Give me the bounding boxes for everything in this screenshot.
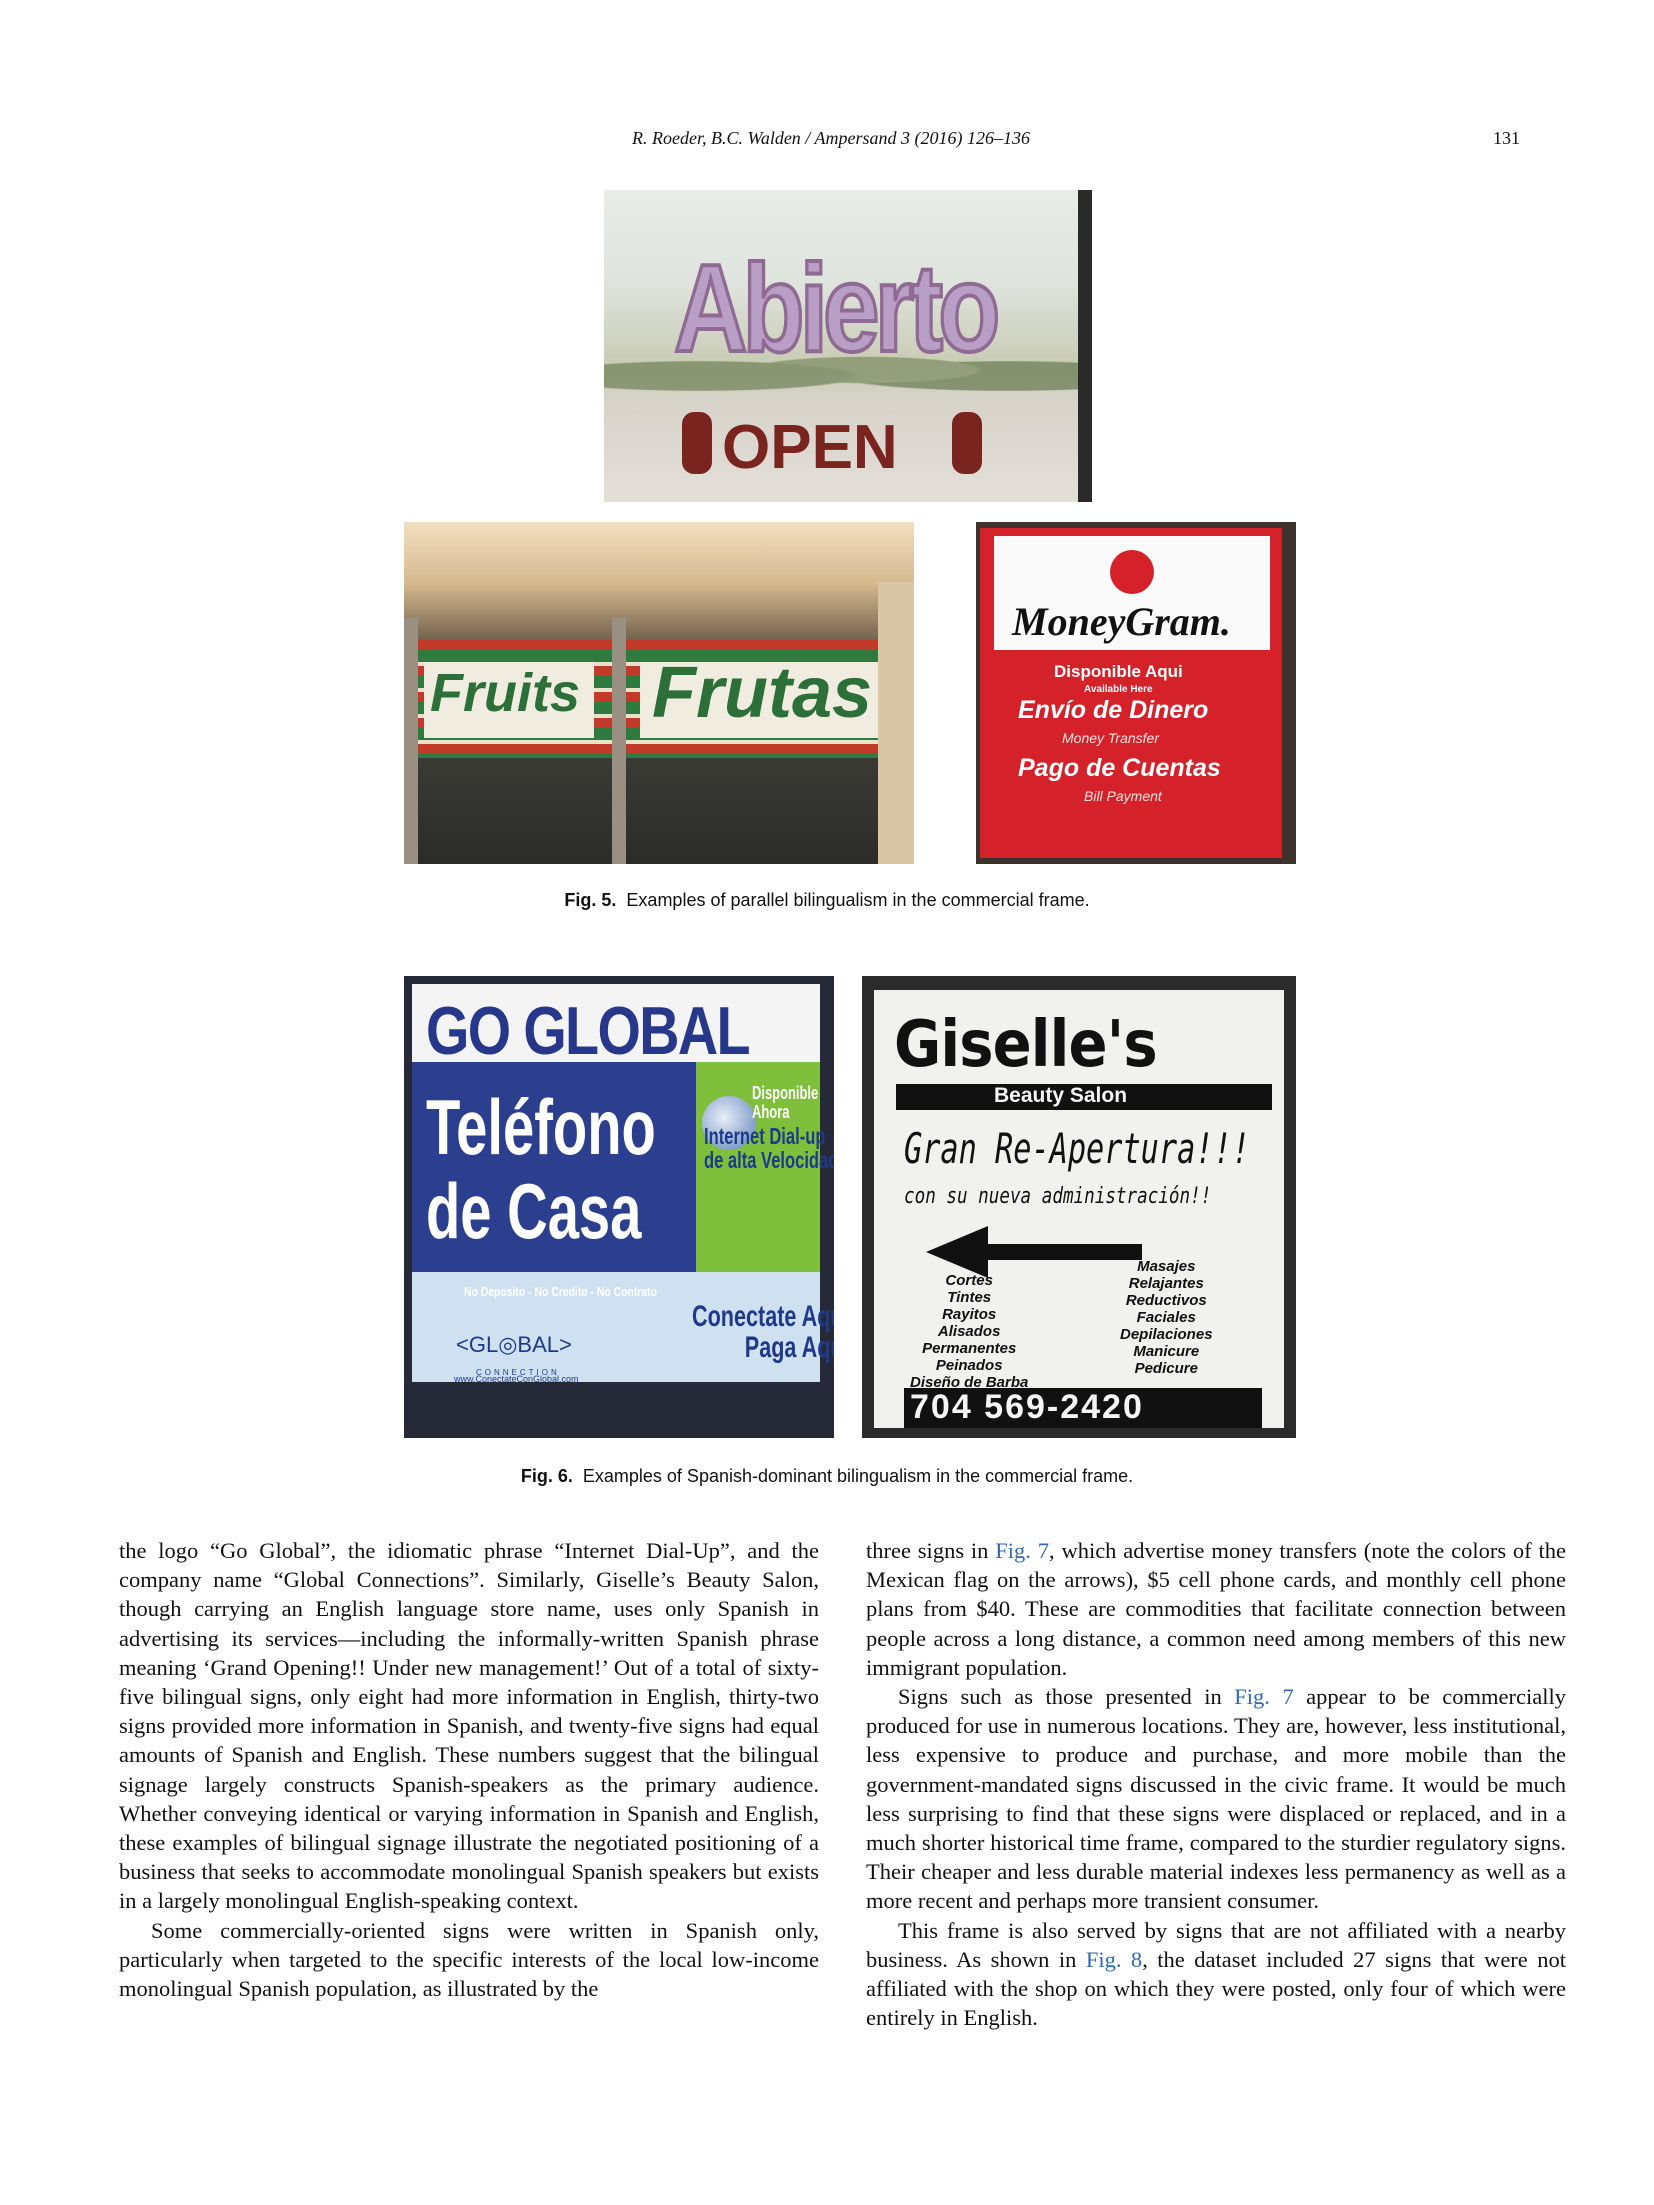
global-logo: <GL◎BAL> — [456, 1332, 572, 1357]
sign-word-abierto: Abierto — [672, 238, 1002, 380]
photo-go-global-sign: GO GLOBAL Teléfono de Casa No Deposito -… — [404, 976, 834, 1438]
sign-word-open: OPEN — [722, 413, 898, 482]
photo-fruits-frutas-sign: Fruits Frutas — [404, 522, 914, 864]
sign-handwritten-administracion: con su nueva administración!! — [904, 1184, 1212, 1209]
figure-7-link[interactable]: Fig. 7 — [1234, 1684, 1293, 1709]
sign-line-bill-payment: Bill Payment — [1084, 788, 1162, 804]
figure-5-caption: Fig. 5. Examples of parallel bilingualis… — [0, 890, 1654, 911]
page-number: 131 — [1493, 128, 1520, 148]
figure-6-label: Fig. 6. — [520, 1466, 573, 1486]
sign-disponible: Disponible Ahora — [752, 1083, 819, 1122]
globe-icon — [1110, 550, 1154, 594]
figure-5-label: Fig. 5. — [564, 890, 617, 910]
paragraph: This frame is also served by signs that … — [866, 1916, 1566, 2033]
arrow-shaft — [984, 1244, 1142, 1260]
brick-wall — [878, 582, 914, 864]
body-column-right: three signs in Fig. 7, which advertise m… — [866, 1536, 1566, 2032]
cactus-icon — [682, 412, 712, 474]
paragraph: Signs such as those presented in Fig. 7 … — [866, 1682, 1566, 1916]
sign-headline: GO GLOBAL — [426, 993, 751, 1069]
photo-moneygram-sign: MoneyGram. Disponible Aqui Available Her… — [976, 522, 1296, 864]
figure-8-link[interactable]: Fig. 8 — [1086, 1947, 1142, 1972]
sign-beauty-salon: Beauty Salon — [994, 1084, 1128, 1107]
sign-handwritten-reapertura: Gran Re-Apertura!!! — [904, 1124, 1250, 1173]
paragraph: the logo “Go Global”, the idiomatic phra… — [119, 1538, 819, 1914]
sign-conectate: Conectate Aqui. Paga Aqui. — [692, 1300, 834, 1364]
body-column-left: the logo “Go Global”, the idiomatic phra… — [119, 1536, 819, 2003]
sign-line-envio: Envío de Dinero — [1018, 696, 1209, 724]
running-head: R. Roeder, B.C. Walden / Ampersand 3 (20… — [632, 128, 1030, 148]
window-frame — [612, 618, 626, 864]
services-list-right: Masajes Relajantes Reductivos Faciales D… — [1120, 1258, 1213, 1377]
sign-board: GO GLOBAL Teléfono de Casa No Deposito -… — [412, 984, 834, 1384]
paragraph-text: appear to be commercially produced for u… — [866, 1684, 1566, 1914]
sign-line-de-casa: de Casa — [426, 1167, 642, 1255]
moneygram-logo: MoneyGram. — [1012, 599, 1231, 644]
sign-phone-number: 704 569-2420 — [910, 1388, 1144, 1426]
paragraph-text: Signs such as those presented in — [898, 1684, 1235, 1710]
services-list-left: Cortes Tintes Rayitos Alisados Permanent… — [910, 1272, 1029, 1391]
paragraph-text: three signs in — [866, 1538, 996, 1563]
cactus-icon — [952, 412, 982, 474]
window-frame — [404, 618, 418, 864]
photo-giselles-sign: Giselle's Beauty Salon Gran Re-Apertura!… — [862, 976, 1296, 1438]
sign-line-disponible: Disponible Aqui — [1054, 662, 1183, 681]
sign-brand-giselles: Giselle's — [894, 1008, 1158, 1082]
arrow-left-icon — [926, 1226, 988, 1278]
sign-internet-dialup: Internet Dial-up de alta Velocidad — [704, 1123, 834, 1174]
figure-6-caption-text: Examples of Spanish-dominant bilingualis… — [582, 1466, 1134, 1486]
figure-7-link[interactable]: Fig. 7 — [995, 1538, 1049, 1563]
sign-line-money-transfer: Money Transfer — [1062, 730, 1159, 746]
paragraph: Some commercially-oriented signs were wr… — [119, 1917, 819, 2002]
page-header: R. Roeder, B.C. Walden / Ampersand 3 (20… — [0, 128, 1654, 156]
logo-panel: MoneyGram. — [994, 536, 1270, 650]
sign-word-frutas: Frutas — [652, 653, 873, 733]
red-board: MoneyGram. Disponible Aqui Available Her… — [980, 528, 1282, 858]
sign-line-pago: Pago de Cuentas — [1018, 754, 1221, 782]
figure-5-caption-text: Examples of parallel bilingualism in the… — [626, 890, 1090, 910]
sign-board: Giselle's Beauty Salon Gran Re-Apertura!… — [874, 990, 1284, 1428]
photo-abierto-open-sign: Abierto OPEN — [604, 190, 1092, 502]
sign-line-available: Available Here — [1084, 684, 1153, 695]
sign-fine-print: No Deposito - No Credito - No Contrato — [464, 1284, 657, 1299]
figure-6-caption: Fig. 6. Examples of Spanish-dominant bil… — [0, 1466, 1654, 1487]
sign-url: www.ConectateConGlobal.com — [454, 1374, 579, 1384]
sign-word-fruits: Fruits — [430, 663, 581, 723]
sign-line-telefono: Teléfono — [426, 1083, 656, 1171]
paragraph: three signs in Fig. 7, which advertise m… — [866, 1536, 1566, 1682]
